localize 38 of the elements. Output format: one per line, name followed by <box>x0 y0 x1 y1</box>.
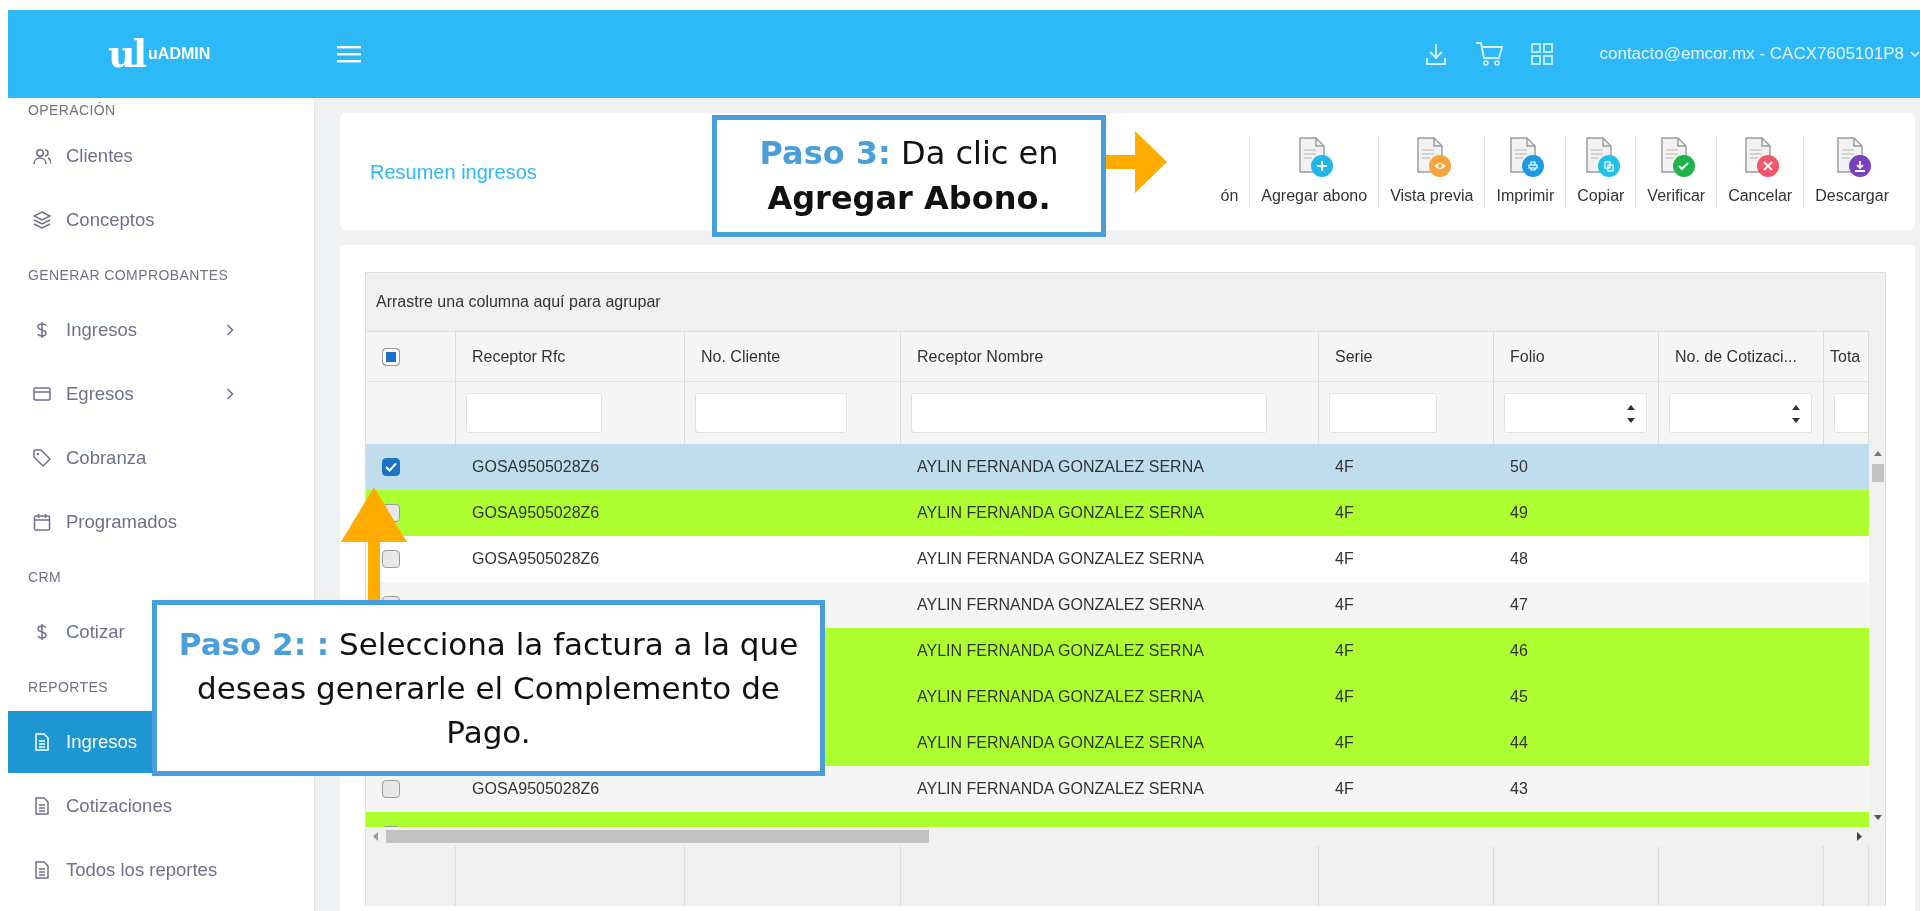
table-cell-text: 4F <box>1335 687 1354 707</box>
table-cell-text: 50 <box>1510 457 1528 477</box>
table-cell-text: AYLIN FERNANDA GONZALEZ SERNA <box>917 733 1204 753</box>
table-cell-text: AYLIN FERNANDA GONZALEZ SERNA <box>917 457 1204 477</box>
table-cell-text: 48 <box>1510 549 1528 569</box>
table-cell-text: GOSA9505028Z6 <box>472 779 600 799</box>
section-title: GENERAR COMPROBANTES <box>27 265 229 285</box>
section-title: CRM <box>27 567 62 587</box>
table-cell-text: 47 <box>1510 595 1528 615</box>
table-cell-text: AYLIN FERNANDA GONZALEZ SERNA <box>917 595 1204 615</box>
table-cell-text: 4F <box>1335 595 1354 615</box>
callout-text: Paso 2: : Selecciona la factura a la que deseas generarle el Complemento de Pago. <box>177 624 800 752</box>
table-cell-text: 4F <box>1335 641 1354 661</box>
table-cell-text: 49 <box>1510 503 1528 523</box>
table-cell-text: 44 <box>1510 733 1528 753</box>
group-panel-hint: Arrastre una columna aquí para agrupar <box>375 292 662 312</box>
table-cell-text: GOSA9505028Z6 <box>472 503 600 523</box>
table-cell-text: 43 <box>1510 779 1528 799</box>
table-cell-text: AYLIN FERNANDA GONZALEZ SERNA <box>917 503 1204 523</box>
table-cell-text: 4F <box>1335 503 1354 523</box>
table-cell-text: 4F <box>1335 457 1354 477</box>
table-cell-text: 4F <box>1335 733 1354 753</box>
table-cell-text: 46 <box>1510 641 1528 661</box>
table-cell-text: 4F <box>1335 549 1354 569</box>
table-cell-text: 4F <box>1335 779 1354 799</box>
logo-mark: ul <box>108 35 145 73</box>
section-title: REPORTES <box>27 677 108 697</box>
table-cell-text: GOSA9505028Z6 <box>472 549 600 569</box>
table-cell-text: AYLIN FERNANDA GONZALEZ SERNA <box>917 641 1204 661</box>
table-cell-text: AYLIN FERNANDA GONZALEZ SERNA <box>917 687 1204 707</box>
logo-text: uADMIN <box>148 44 211 64</box>
page-title: Resumen ingresos <box>370 159 537 185</box>
table-cell-text: GOSA9505028Z6 <box>472 457 600 477</box>
table-cell-text: 45 <box>1510 687 1528 707</box>
callout-text: Paso 3: Da clic en Agregar Abono. <box>758 132 1060 219</box>
table-cell-text: AYLIN FERNANDA GONZALEZ SERNA <box>917 779 1204 799</box>
section-title: OPERACIÓN <box>27 101 116 120</box>
table-cell-text: AYLIN FERNANDA GONZALEZ SERNA <box>917 549 1204 569</box>
